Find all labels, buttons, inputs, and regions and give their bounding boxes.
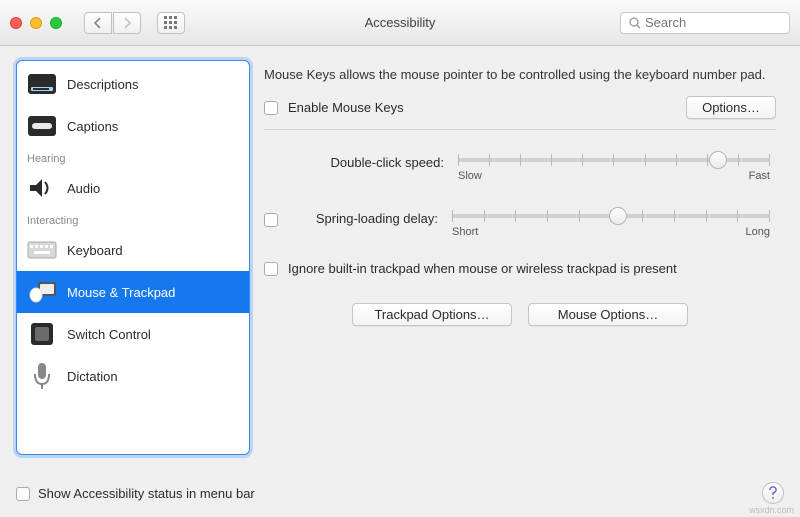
switch-control-icon [27,319,57,349]
spring-loading-slider[interactable]: Short Long [446,204,776,234]
ignore-trackpad-checkbox[interactable] [264,262,278,276]
nav-controls [84,12,141,34]
sidebar-item-label: Dictation [67,369,118,384]
content-area: Descriptions Captions Hearing Audio Inte… [0,46,800,461]
window-title: Accessibility [365,15,436,30]
sidebar-item-label: Audio [67,181,100,196]
forward-button[interactable] [113,12,141,34]
captions-icon [27,111,57,141]
sidebar-item-label: Descriptions [67,77,139,92]
mouse-trackpad-icon [27,277,57,307]
ignore-trackpad-row: Ignore built-in trackpad when mouse or w… [264,260,776,278]
close-window-button[interactable] [10,17,22,29]
sidebar-item-dictation[interactable]: Dictation [17,355,249,397]
sidebar-item-keyboard[interactable]: Keyboard [17,229,249,271]
maximize-window-button[interactable] [50,17,62,29]
descriptions-icon [27,69,57,99]
mouse-keys-help-text: Mouse Keys allows the mouse pointer to b… [264,66,776,84]
trackpad-options-button[interactable]: Trackpad Options… [352,303,512,326]
window-controls [10,17,62,29]
back-button[interactable] [84,12,112,34]
sidebar-item-audio[interactable]: Audio [17,167,249,209]
sidebar-item-label: Switch Control [67,327,151,342]
search-icon [629,17,641,29]
divider [264,129,776,130]
keyboard-icon [27,235,57,265]
enable-mouse-keys-label: Enable Mouse Keys [288,100,404,115]
spring-loading-checkbox[interactable] [264,213,278,227]
sidebar-item-label: Keyboard [67,243,123,258]
sidebar-section-interacting: Interacting [17,209,249,229]
show-status-label: Show Accessibility status in menu bar [38,486,255,501]
double-click-min-label: Slow [458,170,482,182]
double-click-row: Double-click speed: Slow Fast [264,148,776,178]
chevron-right-icon [123,17,131,29]
footer: Show Accessibility status in menu bar [16,473,784,513]
show-all-button[interactable] [157,12,185,34]
audio-icon [27,173,57,203]
spring-loading-row: Spring-loading delay: Short Long [264,204,776,234]
search-field-wrap[interactable] [620,12,790,34]
show-status-checkbox[interactable] [16,487,30,501]
options-buttons-row: Trackpad Options… Mouse Options… [264,303,776,326]
spring-loading-min-label: Short [452,226,478,238]
minimize-window-button[interactable] [30,17,42,29]
spring-loading-max-label: Long [746,226,770,238]
sidebar-item-switch-control[interactable]: Switch Control [17,313,249,355]
double-click-max-label: Fast [749,170,770,182]
help-icon [768,486,778,500]
sidebar[interactable]: Descriptions Captions Hearing Audio Inte… [16,60,250,455]
detail-pane: Mouse Keys allows the mouse pointer to b… [264,60,784,455]
chevron-left-icon [94,17,102,29]
enable-mouse-keys-checkbox[interactable] [264,101,278,115]
titlebar: Accessibility [0,0,800,46]
spring-loading-label: Spring-loading delay: [286,211,438,226]
double-click-slider[interactable]: Slow Fast [452,148,776,178]
mouse-options-button[interactable]: Mouse Options… [528,303,688,326]
ignore-trackpad-label: Ignore built-in trackpad when mouse or w… [288,260,677,278]
double-click-label: Double-click speed: [264,155,444,170]
sidebar-item-descriptions[interactable]: Descriptions [17,63,249,105]
sidebar-section-hearing: Hearing [17,147,249,167]
help-button[interactable] [762,482,784,504]
search-input[interactable] [645,15,781,30]
sidebar-item-label: Captions [67,119,118,134]
sidebar-item-mouse-trackpad[interactable]: Mouse & Trackpad [17,271,249,313]
mouse-keys-options-button[interactable]: Options… [686,96,776,119]
grid-icon [164,16,178,30]
sidebar-item-captions[interactable]: Captions [17,105,249,147]
sidebar-item-label: Mouse & Trackpad [67,285,175,300]
dictation-icon [27,361,57,391]
watermark: wsxdn.com [749,505,794,515]
